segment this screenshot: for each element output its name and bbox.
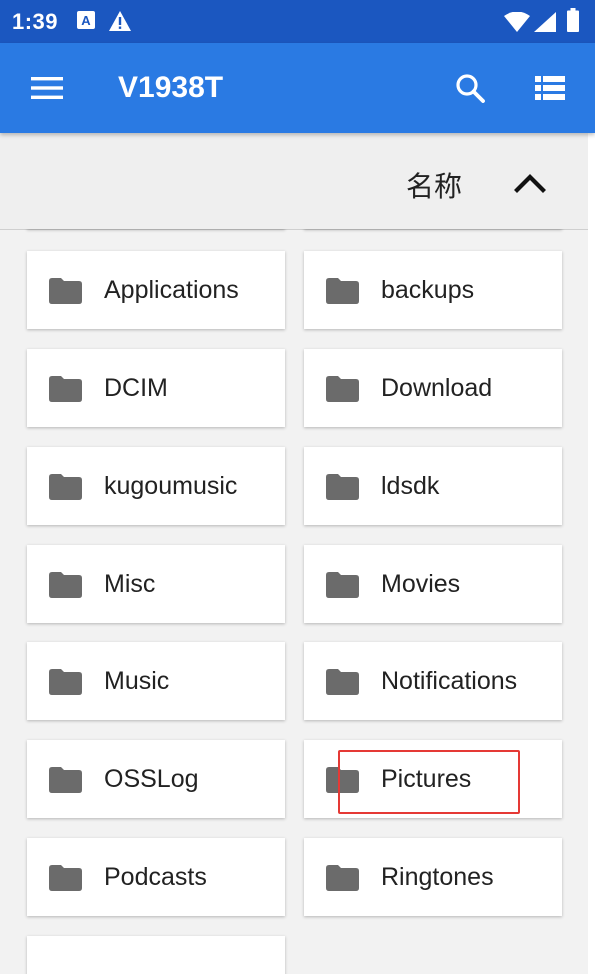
- folder-card[interactable]: OSSLog: [27, 740, 285, 818]
- folder-icon: [49, 767, 82, 798]
- status-bar: 1:39 A: [0, 0, 595, 43]
- folder-name: Applications: [104, 276, 239, 304]
- folder-card[interactable]: backups: [304, 251, 562, 329]
- folder-card[interactable]: Music: [27, 642, 285, 720]
- folder-name: Podcasts: [104, 863, 207, 891]
- folder-name: Download: [381, 374, 493, 402]
- folder-card[interactable]: Misc: [27, 545, 285, 623]
- status-time: 1:39: [12, 9, 59, 34]
- chevron-up-icon[interactable]: [514, 171, 546, 198]
- list-view-icon[interactable]: [535, 76, 565, 105]
- folder-icon: [49, 376, 82, 407]
- folder-icon: [49, 669, 82, 700]
- folder-grid: Applications backups DCIM Download kugou…: [0, 229, 588, 974]
- folder-icon: [326, 278, 359, 309]
- wifi-icon: [504, 11, 530, 37]
- folder-icon: [326, 865, 359, 896]
- signal-icon: [534, 12, 556, 37]
- folder-name: DCIM: [104, 374, 168, 402]
- folder-card[interactable]: Notifications: [304, 642, 562, 720]
- folder-icon: [326, 474, 359, 505]
- folder-icon: [326, 376, 359, 407]
- folder-name: Movies: [381, 570, 461, 598]
- folder-card[interactable]: Ringtones: [304, 838, 562, 916]
- folder-card[interactable]: Podcasts: [27, 838, 285, 916]
- folder-name: Misc: [104, 570, 156, 598]
- folder-card[interactable]: [27, 936, 285, 974]
- folder-icon: [49, 865, 82, 896]
- folder-card[interactable]: ldsdk: [304, 447, 562, 525]
- sort-bar: 名称: [0, 133, 588, 230]
- scrollbar: [588, 133, 595, 974]
- folder-icon: [326, 669, 359, 700]
- menu-icon[interactable]: [31, 76, 63, 105]
- folder-name: OSSLog: [104, 765, 199, 793]
- highlight-box: [338, 750, 520, 814]
- folder-icon: [326, 572, 359, 603]
- folder-name: ldsdk: [381, 472, 440, 500]
- folder-card[interactable]: DCIM: [27, 349, 285, 427]
- folder-icon: [49, 572, 82, 603]
- folder-icon: [49, 474, 82, 505]
- battery-icon: [567, 8, 579, 37]
- folder-name: Ringtones: [381, 863, 494, 891]
- app-bar: V1938T: [0, 43, 595, 133]
- search-icon[interactable]: [455, 73, 485, 108]
- folder-card[interactable]: Download: [304, 349, 562, 427]
- folder-card[interactable]: kugoumusic: [27, 447, 285, 525]
- warning-icon: [108, 10, 132, 37]
- svg-text:A: A: [81, 13, 91, 28]
- page-title: V1938T: [118, 71, 224, 104]
- folder-name: kugoumusic: [104, 472, 238, 500]
- folder-name: backups: [381, 276, 475, 304]
- sort-label[interactable]: 名称: [406, 165, 462, 205]
- folder-card[interactable]: Applications: [27, 251, 285, 329]
- folder-card[interactable]: Movies: [304, 545, 562, 623]
- folder-name: Music: [104, 667, 170, 695]
- folder-name: Notifications: [381, 667, 518, 695]
- folder-icon: [49, 278, 82, 309]
- a-notification-icon: A: [77, 11, 95, 34]
